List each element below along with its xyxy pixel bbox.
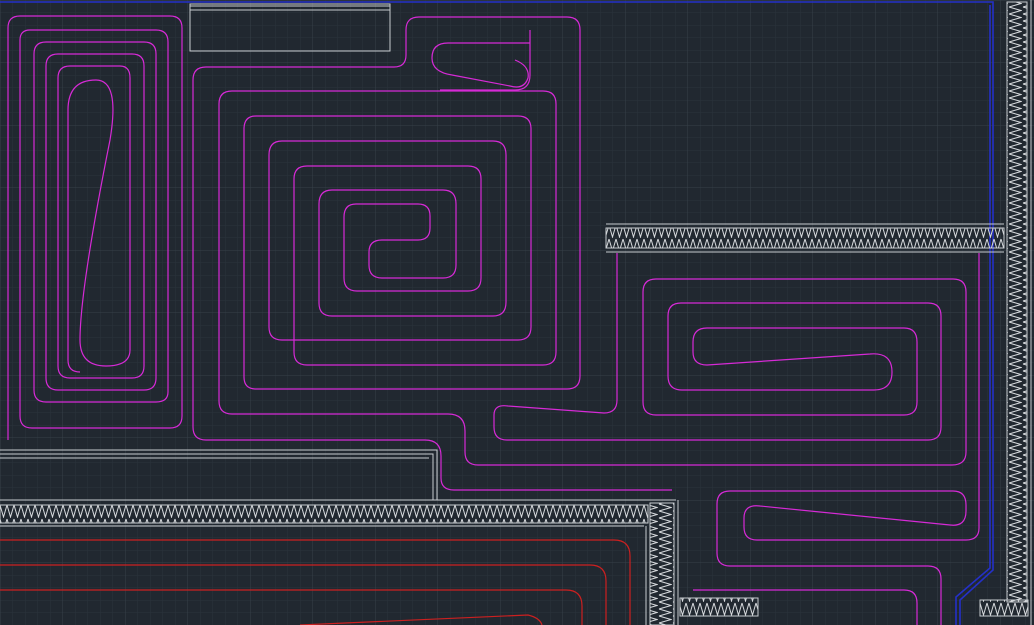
cad-drawing-canvas[interactable]: [0, 0, 1034, 625]
right-exterior-wall: [1006, 1, 1028, 603]
lower-partition: [0, 504, 649, 524]
door-stub: [679, 597, 759, 617]
lower-vertical-wall: [649, 502, 675, 625]
corner-stub: [979, 599, 1029, 617]
grid: [0, 0, 1034, 625]
upper-partition: [605, 227, 1005, 249]
floor-plan-drawing: [0, 0, 1034, 625]
